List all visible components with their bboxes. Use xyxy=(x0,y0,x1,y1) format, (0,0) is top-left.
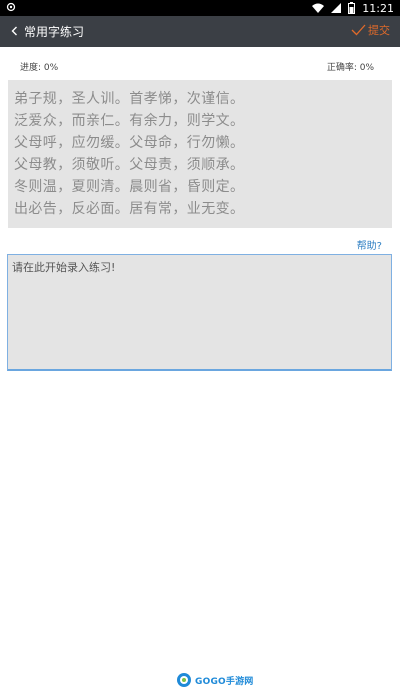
wifi-icon xyxy=(312,3,325,13)
watermark: GOGO手游网 xyxy=(176,672,253,688)
status-bar: 11:21 xyxy=(0,0,400,16)
watermark-text: GOGO手游网 xyxy=(195,676,254,687)
submit-button[interactable]: 提交 xyxy=(351,22,390,38)
reference-line: 出必告，反必面。居有常，业无变。 xyxy=(14,201,245,217)
check-icon xyxy=(351,24,366,36)
gogo-logo-icon xyxy=(177,673,191,687)
help-link[interactable]: 帮助? xyxy=(357,237,382,252)
progress-label: 进度: 0% xyxy=(20,63,59,73)
reference-line: 父母呼，应勿缓。父母命，行勿懒。 xyxy=(14,135,245,151)
input-placeholder: 请在此开始录入练习! xyxy=(12,261,116,274)
notification-icon xyxy=(6,2,16,12)
reference-line: 泛爱众，而亲仁。有余力，则学文。 xyxy=(14,113,245,129)
page-title: 常用字练习 xyxy=(24,25,85,39)
practice-input[interactable]: 请在此开始录入练习! xyxy=(7,254,392,371)
back-arrow-icon[interactable] xyxy=(8,24,22,38)
status-time: 11:21 xyxy=(362,1,394,15)
reference-line: 父母教，须敬听。父母责，须顺承。 xyxy=(14,157,245,173)
battery-icon xyxy=(348,2,356,14)
reference-line: 冬则温，夏则清。晨则省，昏则定。 xyxy=(14,179,245,195)
submit-label: 提交 xyxy=(368,24,390,37)
app-bar: 常用字练习 提交 xyxy=(0,16,400,47)
accuracy-label: 正确率: 0% xyxy=(326,63,374,73)
signal-icon xyxy=(331,3,342,13)
reference-text-panel: 弟子规，圣人训。首孝悌，次谨信。 泛爱众，而亲仁。有余力，则学文。 父母呼，应勿… xyxy=(8,80,392,228)
reference-line: 弟子规，圣人训。首孝悌，次谨信。 xyxy=(14,91,245,107)
status-icons: 11:21 xyxy=(312,1,394,15)
stats-row: 进度: 0% 正确率: 0% xyxy=(0,60,400,74)
